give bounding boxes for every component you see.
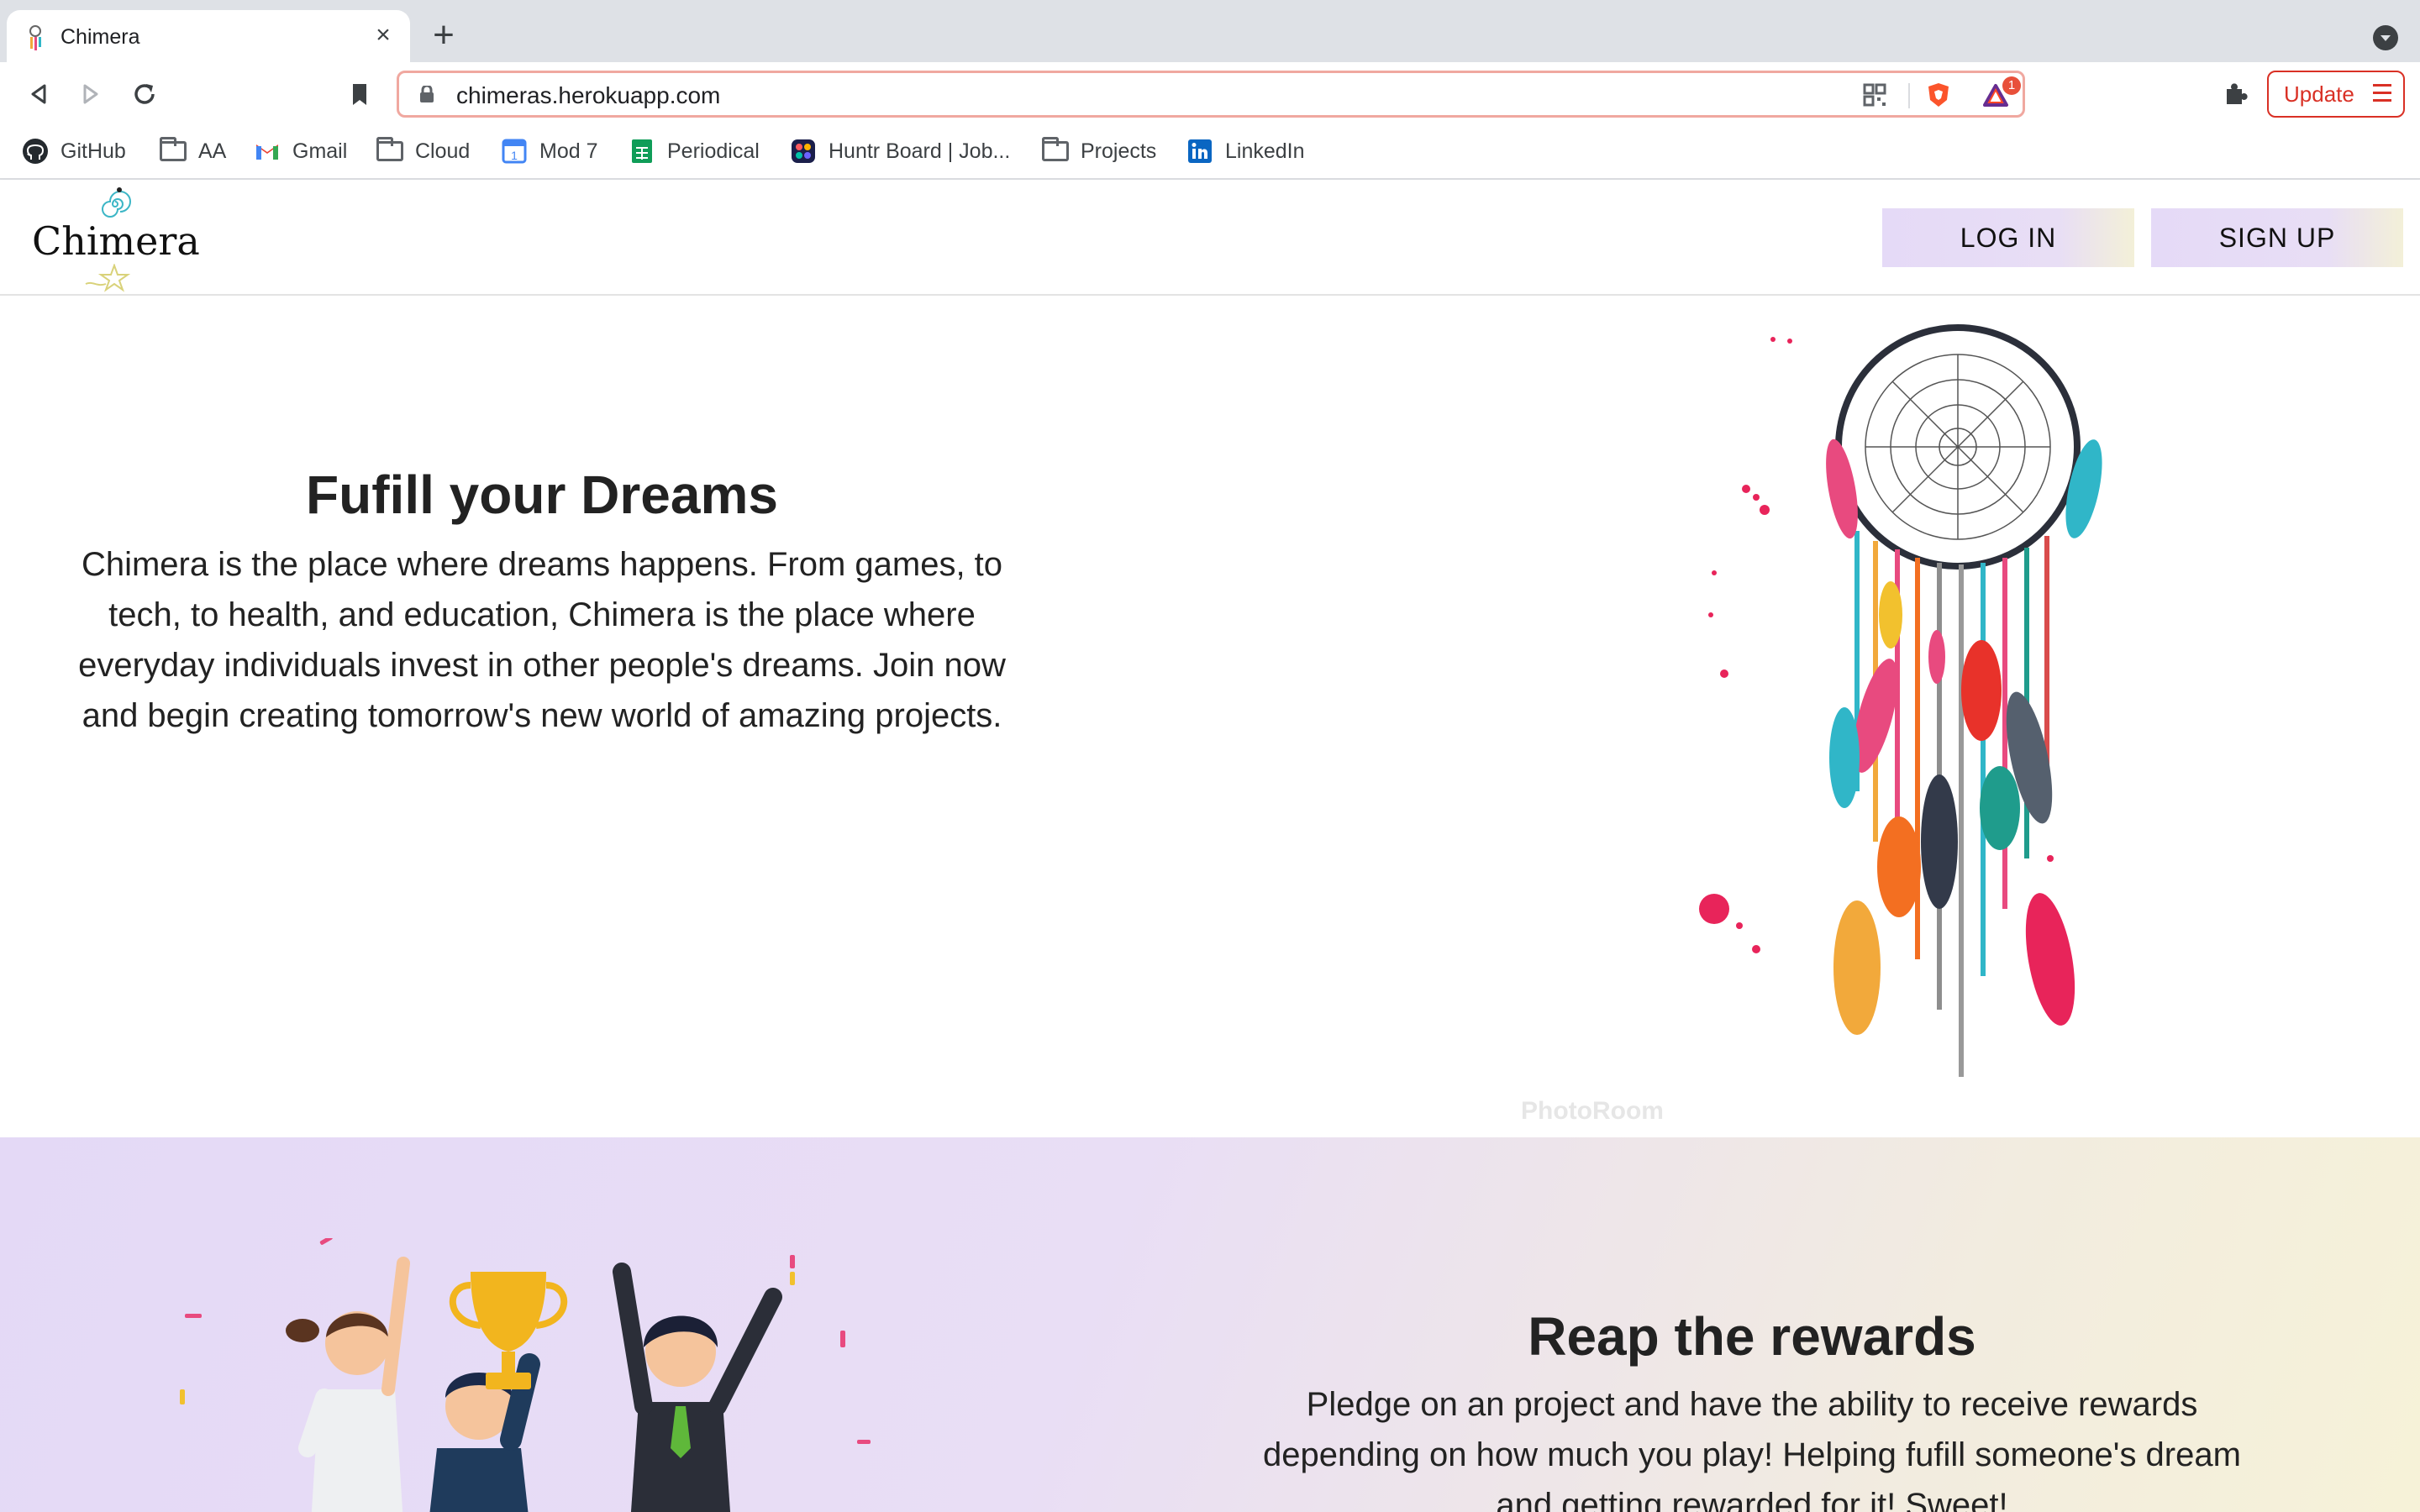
hero-description: Chimera is the place where dreams happen…	[78, 546, 1006, 734]
bookmark-gmail[interactable]: Gmail	[254, 136, 347, 166]
new-tab-icon[interactable]: +	[427, 17, 460, 54]
photoroom-watermark: PhotoRoom	[1521, 1097, 1664, 1125]
rewards-badge: 1	[2002, 76, 2021, 95]
bookmark-aa[interactable]: AA	[160, 136, 226, 166]
bookmark-label: Periodical	[667, 139, 760, 163]
folder-icon	[1042, 137, 1069, 161]
bookmark-label: LinkedIn	[1225, 139, 1305, 163]
bookmark-icon[interactable]	[343, 77, 376, 111]
huntr-icon	[792, 139, 815, 163]
folder-icon	[376, 137, 403, 161]
signup-button[interactable]: SIGN UP	[2151, 208, 2403, 267]
dreamcatcher-illustration	[1699, 324, 2102, 1077]
menu-icon	[2373, 84, 2391, 104]
qr-code-icon[interactable]	[1861, 81, 1888, 108]
bookmark-label: AA	[198, 139, 227, 163]
github-icon	[23, 139, 48, 164]
star-logo-icon	[85, 264, 131, 292]
url-text[interactable]: chimeras.herokuapp.com	[456, 82, 720, 109]
extensions-icon[interactable]	[2220, 79, 2250, 109]
hero-section: Fufill your Dreams Chimera is the place …	[0, 296, 2420, 1137]
login-button[interactable]: LOG IN	[1882, 208, 2134, 267]
folder-icon	[160, 137, 187, 161]
bookmark-periodical[interactable]: Periodical	[629, 136, 760, 166]
hero-title: Fufill your Dreams	[306, 465, 778, 525]
browser-tab[interactable]: Chimera ×	[7, 10, 410, 62]
back-icon[interactable]	[22, 77, 55, 111]
omnibox-divider	[1908, 83, 1910, 108]
logo[interactable]: Chimera	[29, 183, 200, 292]
lock-icon[interactable]	[419, 86, 434, 102]
browser-toolbar: chimeras.herokuapp.com 1 Update	[0, 62, 2420, 126]
forward-icon[interactable]	[74, 77, 108, 111]
update-label: Update	[2284, 81, 2354, 107]
address-bar[interactable]: chimeras.herokuapp.com 1	[397, 71, 2025, 118]
brave-shields-icon[interactable]	[1925, 81, 1952, 108]
bookmarks-bar: GitHub AA Gmail Cloud 1 Mod 7 Periodical	[0, 126, 2420, 180]
bookmark-linkedin[interactable]: LinkedIn	[1186, 136, 1305, 166]
sheets-icon	[632, 139, 652, 163]
bookmark-label: Huntr Board | Job...	[829, 139, 1011, 163]
dreamcatcher-favicon-icon	[29, 25, 41, 50]
bookmark-cloud[interactable]: Cloud	[376, 136, 470, 166]
bookmark-mod7[interactable]: 1 Mod 7	[501, 136, 597, 166]
logo-text: Chimera	[32, 218, 200, 264]
bookmark-label: GitHub	[60, 139, 126, 163]
bookmark-projects[interactable]: Projects	[1042, 136, 1156, 166]
rewards-title: Reap the rewards	[1528, 1306, 1976, 1367]
browser-tab-strip: Chimera × +	[0, 0, 2420, 62]
bookmark-huntr[interactable]: Huntr Board | Job...	[790, 136, 1010, 166]
bookmark-label: Projects	[1081, 139, 1157, 163]
svg-text:1: 1	[511, 149, 518, 162]
rewards-section: Reap the rewards Pledge on an project an…	[0, 1137, 2420, 1512]
gmail-icon	[256, 144, 278, 160]
site-header: Chimera LOG IN SIGN UP	[0, 180, 2420, 296]
update-button[interactable]: Update	[2267, 71, 2405, 118]
tab-search-icon[interactable]	[2373, 25, 2398, 50]
close-tab-icon[interactable]: ×	[368, 20, 398, 50]
celebrating-people-illustration	[180, 1238, 871, 1512]
bookmark-label: Gmail	[292, 139, 348, 163]
linkedin-icon	[1188, 139, 1212, 163]
bookmark-label: Mod 7	[539, 139, 598, 163]
tab-title: Chimera	[60, 25, 140, 49]
rewards-description: Pledge on an project and have the abilit…	[1263, 1386, 2241, 1512]
bookmark-github[interactable]: GitHub	[22, 136, 126, 166]
reload-icon[interactable]	[128, 77, 161, 111]
bookmark-label: Cloud	[415, 139, 471, 163]
calendar-icon: 1	[502, 139, 527, 164]
